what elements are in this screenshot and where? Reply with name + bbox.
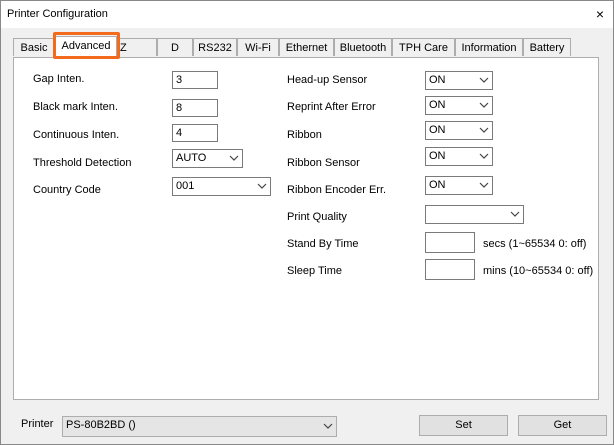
advanced-tab-highlight — [53, 32, 120, 59]
chevron-down-icon — [479, 153, 489, 159]
window-title: Printer Configuration — [7, 8, 108, 20]
tab-battery[interactable]: Battery — [523, 38, 571, 56]
chevron-down-icon — [479, 127, 489, 133]
reprint-after-error-select[interactable]: ON — [425, 96, 493, 115]
sleep-time-hint: mins (10~65534 0: off) — [483, 265, 594, 277]
set-button[interactable]: Set — [419, 415, 508, 436]
tab-information[interactable]: Information — [455, 38, 523, 56]
chevron-down-icon — [229, 155, 239, 161]
ribbon-sensor-value: ON — [429, 150, 446, 162]
printer-select-value: PS-80B2BD () — [66, 419, 136, 431]
tab-basic[interactable]: Basic — [13, 38, 55, 56]
ribbon-encoder-err-label: Ribbon Encoder Err. — [287, 184, 387, 196]
close-icon[interactable]: × — [589, 4, 611, 24]
tab-d[interactable]: D — [157, 38, 193, 56]
ribbon-encoder-err-select[interactable]: ON — [425, 176, 493, 195]
head-up-sensor-value: ON — [429, 74, 446, 86]
print-quality-select[interactable] — [425, 205, 524, 224]
chevron-down-icon — [323, 423, 333, 429]
get-button[interactable]: Get — [518, 415, 607, 436]
threshold-detection-label: Threshold Detection — [33, 157, 132, 169]
chevron-down-icon — [479, 182, 489, 188]
head-up-sensor-select[interactable]: ON — [425, 71, 493, 90]
chevron-down-icon — [479, 77, 489, 83]
chevron-down-icon — [510, 211, 520, 217]
tab-tph-care[interactable]: TPH Care — [392, 38, 455, 56]
reprint-after-error-value: ON — [429, 99, 446, 111]
stand-by-time-label: Stand By Time — [287, 238, 359, 250]
threshold-detection-select[interactable]: AUTO — [172, 149, 243, 168]
gap-inten-field[interactable]: 3 — [172, 71, 218, 89]
ribbon-value: ON — [429, 124, 446, 136]
ribbon-select[interactable]: ON — [425, 121, 493, 140]
tab-wifi[interactable]: Wi-Fi — [237, 38, 279, 56]
tab-ethernet[interactable]: Ethernet — [279, 38, 334, 56]
black-mark-inten-label: Black mark Inten. — [33, 101, 118, 113]
printer-select[interactable]: PS-80B2BD () — [62, 416, 337, 437]
stand-by-time-field[interactable] — [425, 232, 475, 253]
threshold-detection-value: AUTO — [176, 152, 207, 164]
printer-label: Printer — [21, 418, 54, 430]
print-quality-label: Print Quality — [287, 211, 347, 223]
continuous-inten-label: Continuous Inten. — [33, 129, 120, 141]
title-bar: Printer Configuration × — [1, 1, 613, 28]
reprint-after-error-label: Reprint After Error — [287, 101, 376, 113]
continuous-inten-field[interactable]: 4 — [172, 124, 218, 142]
black-mark-inten-field[interactable]: 8 — [172, 99, 218, 117]
ribbon-label: Ribbon — [287, 129, 322, 141]
stand-by-time-hint: secs (1~65534 0: off) — [483, 238, 587, 250]
tab-bluetooth[interactable]: Bluetooth — [334, 38, 392, 56]
ribbon-encoder-err-value: ON — [429, 179, 446, 191]
ribbon-sensor-select[interactable]: ON — [425, 147, 493, 166]
tab-rs232[interactable]: RS232 — [193, 38, 237, 56]
sleep-time-field[interactable] — [425, 259, 475, 280]
chevron-down-icon — [257, 183, 267, 189]
gap-inten-label: Gap Inten. — [33, 73, 85, 85]
head-up-sensor-label: Head-up Sensor — [287, 74, 368, 86]
tab-z[interactable]: Z — [117, 38, 157, 56]
country-code-value: 001 — [176, 180, 195, 192]
chevron-down-icon — [479, 102, 489, 108]
country-code-label: Country Code — [33, 184, 101, 196]
country-code-select[interactable]: 001 — [172, 177, 271, 196]
ribbon-sensor-label: Ribbon Sensor — [287, 157, 360, 169]
sleep-time-label: Sleep Time — [287, 265, 343, 277]
